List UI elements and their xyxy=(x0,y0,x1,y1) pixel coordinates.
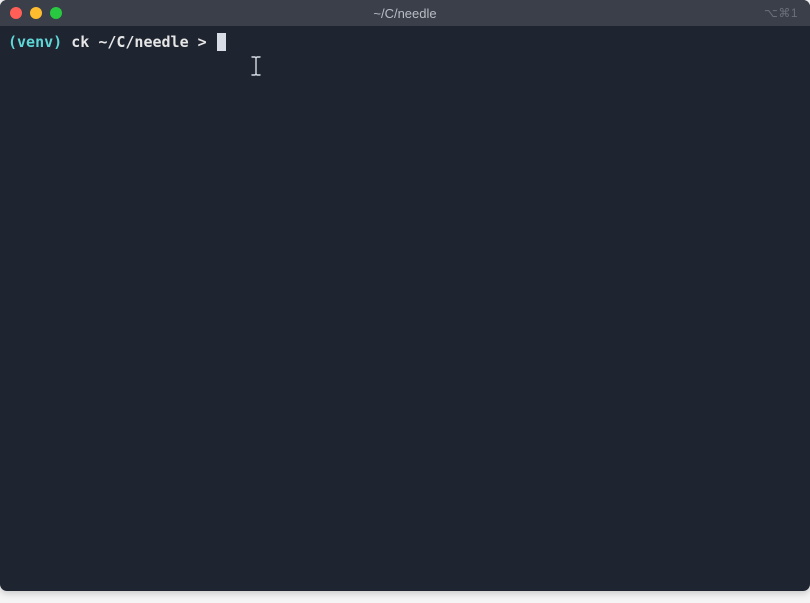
session-indicator: ⌥⌘1 xyxy=(764,6,798,20)
maximize-button[interactable] xyxy=(50,7,62,19)
close-button[interactable] xyxy=(10,7,22,19)
prompt-symbol: > xyxy=(189,32,216,52)
prompt-line: (venv) ck ~/C/needle > xyxy=(8,32,802,52)
ibeam-cursor-icon xyxy=(249,56,263,76)
terminal-body[interactable]: (venv) ck ~/C/needle > xyxy=(0,26,810,591)
titlebar: ~/C/needle ⌥⌘1 xyxy=(0,0,810,26)
venv-label: (venv) xyxy=(8,32,62,52)
window-title: ~/C/needle xyxy=(373,6,436,21)
prompt-user: ck xyxy=(62,32,89,52)
minimize-button[interactable] xyxy=(30,7,42,19)
prompt-path: ~/C/needle xyxy=(89,32,188,52)
terminal-cursor xyxy=(217,33,226,51)
traffic-lights xyxy=(10,7,62,19)
terminal-window: ~/C/needle ⌥⌘1 (venv) ck ~/C/needle > xyxy=(0,0,810,591)
